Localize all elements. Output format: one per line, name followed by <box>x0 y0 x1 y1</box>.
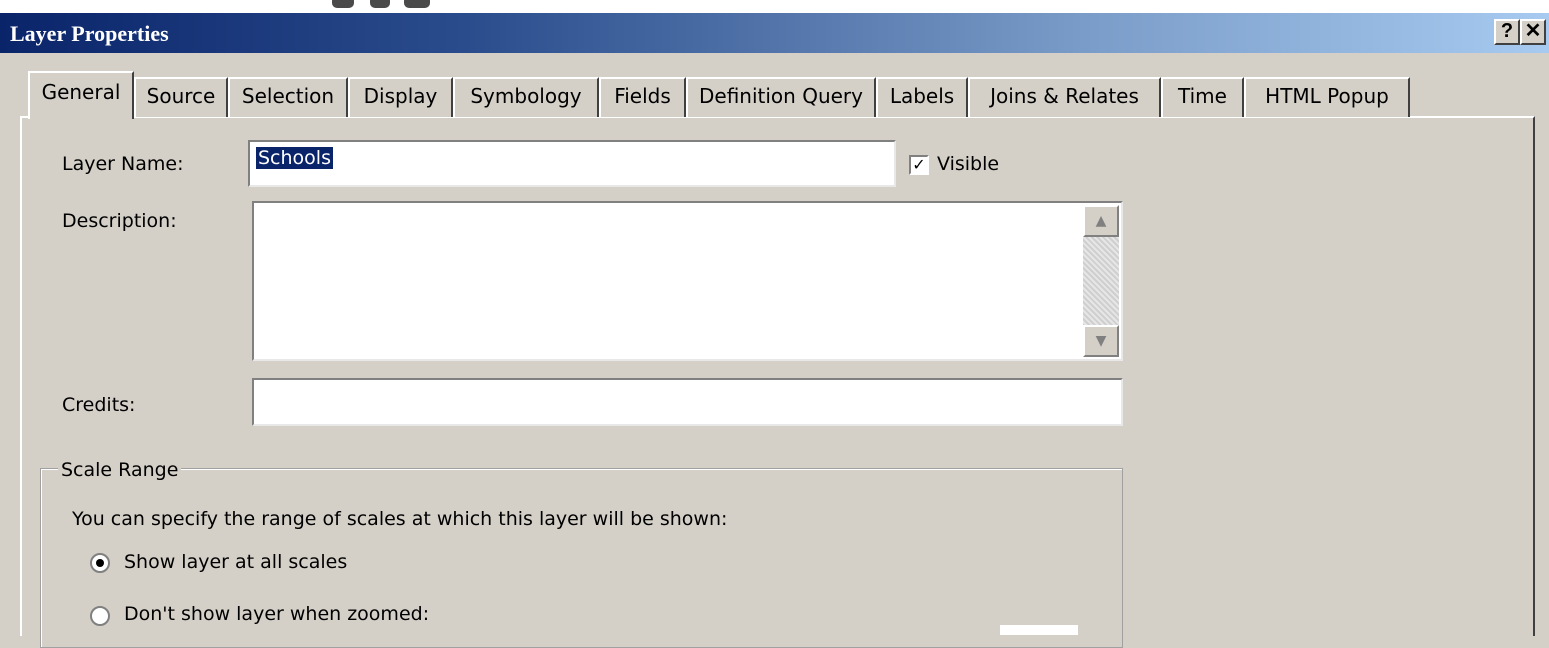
help-button[interactable]: ? <box>1494 19 1520 45</box>
tab-labels[interactable]: Labels <box>876 77 968 117</box>
triangle-down-icon: ▼ <box>1095 333 1107 349</box>
tab-symbology[interactable]: Symbology <box>453 77 599 117</box>
triangle-up-icon: ▲ <box>1095 213 1107 229</box>
window-title: Layer Properties <box>10 21 169 46</box>
background-glyph <box>404 0 430 8</box>
background-window-strip <box>0 0 1549 13</box>
tab-selection[interactable]: Selection <box>228 77 348 117</box>
tab-label: Source <box>146 84 216 108</box>
check-icon: ✓ <box>912 155 926 174</box>
dont-show-zoomed-radio[interactable] <box>90 606 110 626</box>
tab-joins-relates[interactable]: Joins & Relates <box>968 77 1161 117</box>
close-button[interactable]: ✕ <box>1520 19 1546 45</box>
tab-label: Labels <box>889 84 955 108</box>
scale-range-intro: You can specify the range of scales at w… <box>72 508 728 530</box>
description-scrollbar[interactable]: ▲ ▼ <box>1083 205 1119 357</box>
tab-definition-query[interactable]: Definition Query <box>686 77 876 117</box>
tab-general[interactable]: General <box>28 71 134 119</box>
visible-label: Visible <box>937 153 1000 175</box>
tab-fields[interactable]: Fields <box>599 77 686 117</box>
tab-time[interactable]: Time <box>1161 77 1244 117</box>
show-all-scales-radio[interactable] <box>90 553 110 573</box>
tab-html-popup[interactable]: HTML Popup <box>1244 77 1410 117</box>
tab-label: Symbology <box>470 84 582 108</box>
tab-display[interactable]: Display <box>348 77 453 117</box>
tab-label: Display <box>363 84 438 108</box>
title-bar[interactable]: Layer Properties ? ✕ <box>0 13 1549 53</box>
layer-name-input[interactable]: Schools <box>248 140 896 187</box>
scroll-down-button[interactable]: ▼ <box>1083 325 1119 357</box>
scale-dropdown-partial[interactable] <box>1000 625 1078 635</box>
tab-label: HTML Popup <box>1265 84 1389 108</box>
layer-name-value: Schools <box>256 147 333 169</box>
tab-source[interactable]: Source <box>134 77 228 117</box>
description-label: Description: <box>62 210 177 232</box>
tab-label: Time <box>1178 84 1227 108</box>
scale-range-legend: Scale Range <box>58 459 182 481</box>
radio-dot <box>96 559 104 567</box>
credits-label: Credits: <box>62 394 136 416</box>
tab-label: Fields <box>614 84 671 108</box>
show-all-scales-label[interactable]: Show layer at all scales <box>124 551 347 573</box>
visible-checkbox[interactable]: ✓ <box>909 155 929 175</box>
question-icon: ? <box>1500 20 1514 42</box>
description-textarea[interactable] <box>252 201 1123 361</box>
scroll-up-button[interactable]: ▲ <box>1083 205 1119 237</box>
background-glyph <box>332 0 354 8</box>
tab-label: Definition Query <box>699 84 863 108</box>
tab-label: Selection <box>241 84 335 108</box>
tab-label: Joins & Relates <box>990 84 1139 108</box>
close-icon: ✕ <box>1524 20 1542 42</box>
tab-label: General <box>41 80 121 104</box>
background-glyph <box>370 0 390 8</box>
credits-input[interactable] <box>252 378 1123 426</box>
dont-show-zoomed-label[interactable]: Don't show layer when zoomed: <box>124 603 429 625</box>
layer-name-label: Layer Name: <box>62 153 184 175</box>
